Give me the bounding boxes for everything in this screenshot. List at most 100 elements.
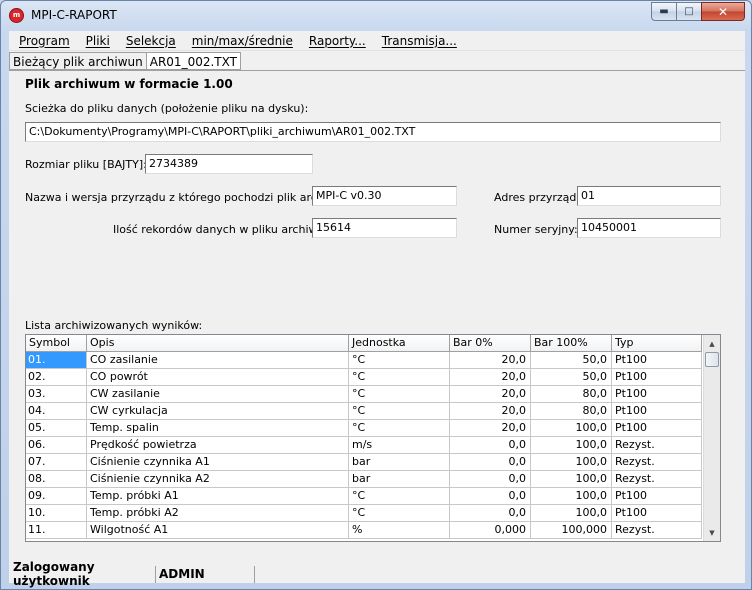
maximize-icon: □ <box>684 6 694 17</box>
app-logo-icon: m <box>9 8 24 23</box>
column-header-opis[interactable]: Opis <box>87 335 349 352</box>
table-row[interactable]: 10. Temp. próbki A2 °C 0,0 100,0 Pt100 <box>26 505 702 522</box>
scroll-down-button[interactable]: ▼ <box>704 524 720 541</box>
cell-typ: Pt100 <box>612 488 702 505</box>
menu-raporty[interactable]: Raporty... <box>301 34 374 48</box>
serial-field[interactable]: 10450001 <box>577 218 721 238</box>
path-label: Scieżka do pliku danych (położenie pliku… <box>25 102 309 115</box>
cell-bar100: 80,0 <box>531 386 612 403</box>
minimize-icon: ▬ <box>659 6 669 17</box>
cell-bar0: 0,000 <box>450 522 531 539</box>
cell-bar100: 50,0 <box>531 352 612 369</box>
cell-opis: CO powrót <box>87 369 349 386</box>
tab-strip: Bieżący plik archiwun AR01_002.TXT <box>9 52 241 70</box>
cell-jednostka: °C <box>349 386 450 403</box>
cell-opis: Prędkość powietrza <box>87 437 349 454</box>
size-field[interactable]: 2734389 <box>145 154 313 174</box>
cell-symbol: 04. <box>26 403 87 420</box>
cell-bar100: 100,0 <box>531 471 612 488</box>
column-header-jednostka[interactable]: Jednostka <box>349 335 450 352</box>
cell-typ: Rezyst. <box>612 471 702 488</box>
menu-program[interactable]: Program <box>11 34 78 48</box>
cell-bar100: 100,0 <box>531 437 612 454</box>
table-row[interactable]: 11. Wilgotność A1 % 0,000 100,000 Rezyst… <box>26 522 702 539</box>
cell-symbol: 07. <box>26 454 87 471</box>
cell-jednostka: °C <box>349 488 450 505</box>
current-file-label: Bieżący plik archiwun <box>9 52 147 70</box>
cell-bar100: 100,000 <box>531 522 612 539</box>
menu-bar: Program Pliki Selekcja min/max/średnie R… <box>9 31 745 51</box>
menu-selekcja[interactable]: Selekcja <box>118 34 184 48</box>
cell-bar100: 100,0 <box>531 505 612 522</box>
window-controls: ▬ □ ✕ <box>651 2 745 22</box>
cell-bar0: 20,0 <box>450 352 531 369</box>
table-header: Symbol Opis Jednostka Bar 0% Bar 100% Ty… <box>26 335 702 352</box>
cell-symbol: 09. <box>26 488 87 505</box>
table-row[interactable]: 09. Temp. próbki A1 °C 0,0 100,0 Pt100 <box>26 488 702 505</box>
cell-opis: Temp. spalin <box>87 420 349 437</box>
menu-min-max-srednie[interactable]: min/max/średnie <box>184 34 301 48</box>
cell-jednostka: °C <box>349 505 450 522</box>
logged-user-label: Zalogowany użytkownik <box>13 560 95 588</box>
cell-typ: Rezyst. <box>612 522 702 539</box>
menu-transmisja[interactable]: Transmisja... <box>374 34 465 48</box>
cell-opis: Wilgotność A1 <box>87 522 349 539</box>
status-bar: Zalogowany użytkownik ADMIN <box>9 560 745 588</box>
cell-typ: Pt100 <box>612 352 702 369</box>
archive-heading: Plik archiwum w formacie 1.00 <box>25 77 233 91</box>
path-field[interactable]: C:\Dokumenty\Programy\MPI-C\RAPORT\pliki… <box>25 122 721 142</box>
serial-label: Numer seryjny: <box>494 223 578 236</box>
cell-bar0: 20,0 <box>450 386 531 403</box>
device-field[interactable]: MPI-C v0.30 <box>312 186 457 206</box>
cell-bar0: 0,0 <box>450 505 531 522</box>
cell-opis: Temp. próbki A2 <box>87 505 349 522</box>
table-row[interactable]: 07. Ciśnienie czynnika A1 bar 0,0 100,0 … <box>26 454 702 471</box>
table-row[interactable]: 03. CW zasilanie °C 20,0 80,0 Pt100 <box>26 386 702 403</box>
cell-bar100: 50,0 <box>531 369 612 386</box>
size-label: Rozmiar pliku [BAJTY]: <box>25 158 147 171</box>
results-list-label: Lista archiwizowanych wyników: <box>25 319 203 332</box>
scrollbar-thumb[interactable] <box>705 352 719 367</box>
results-table[interactable]: Symbol Opis Jednostka Bar 0% Bar 100% Ty… <box>25 334 721 542</box>
table-row[interactable]: 05. Temp. spalin °C 20,0 100,0 Pt100 <box>26 420 702 437</box>
column-header-bar100[interactable]: Bar 100% <box>531 335 612 352</box>
tab-current-file[interactable]: AR01_002.TXT <box>146 52 241 70</box>
cell-bar100: 100,0 <box>531 454 612 471</box>
menu-pliki[interactable]: Pliki <box>78 34 118 48</box>
cell-opis: Ciśnienie czynnika A1 <box>87 454 349 471</box>
vertical-scrollbar[interactable]: ▲ ▼ <box>703 335 720 541</box>
minimize-button[interactable]: ▬ <box>651 2 677 21</box>
cell-bar0: 20,0 <box>450 369 531 386</box>
cell-bar0: 0,0 <box>450 454 531 471</box>
cell-bar0: 20,0 <box>450 403 531 420</box>
cell-symbol: 02. <box>26 369 87 386</box>
column-header-symbol[interactable]: Symbol <box>26 335 87 352</box>
cell-opis: CO zasilanie <box>87 352 349 369</box>
cell-typ: Pt100 <box>612 386 702 403</box>
cell-symbol: 03. <box>26 386 87 403</box>
maximize-button[interactable]: □ <box>676 2 702 21</box>
records-field[interactable]: 15614 <box>312 218 457 238</box>
cell-jednostka: °C <box>349 403 450 420</box>
table-row[interactable]: 06. Prędkość powietrza m/s 0,0 100,0 Rez… <box>26 437 702 454</box>
tab-divider <box>9 70 745 71</box>
cell-jednostka: bar <box>349 454 450 471</box>
cell-bar0: 20,0 <box>450 420 531 437</box>
scroll-up-button[interactable]: ▲ <box>704 335 720 352</box>
column-header-typ[interactable]: Typ <box>612 335 702 352</box>
cell-typ: Pt100 <box>612 403 702 420</box>
arrow-up-icon: ▲ <box>709 339 715 348</box>
table-row[interactable]: 02. CO powrót °C 20,0 50,0 Pt100 <box>26 369 702 386</box>
title-bar[interactable]: m MPI-C-RAPORT ▬ □ ✕ <box>1 1 751 30</box>
cell-typ: Pt100 <box>612 420 702 437</box>
table-body: 01. CO zasilanie °C 20,0 50,0 Pt100 02. … <box>26 352 702 539</box>
table-row[interactable]: 01. CO zasilanie °C 20,0 50,0 Pt100 <box>26 352 702 369</box>
column-header-bar0[interactable]: Bar 0% <box>450 335 531 352</box>
table-row[interactable]: 08. Ciśnienie czynnika A2 bar 0,0 100,0 … <box>26 471 702 488</box>
cell-bar0: 0,0 <box>450 488 531 505</box>
close-button[interactable]: ✕ <box>701 2 745 21</box>
table-row[interactable]: 04. CW cyrkulacja °C 20,0 80,0 Pt100 <box>26 403 702 420</box>
logged-user-value: ADMIN <box>155 565 255 583</box>
records-label: Ilość rekordów danych w pliku archiwum: <box>113 223 339 236</box>
address-field[interactable]: 01 <box>577 186 721 206</box>
